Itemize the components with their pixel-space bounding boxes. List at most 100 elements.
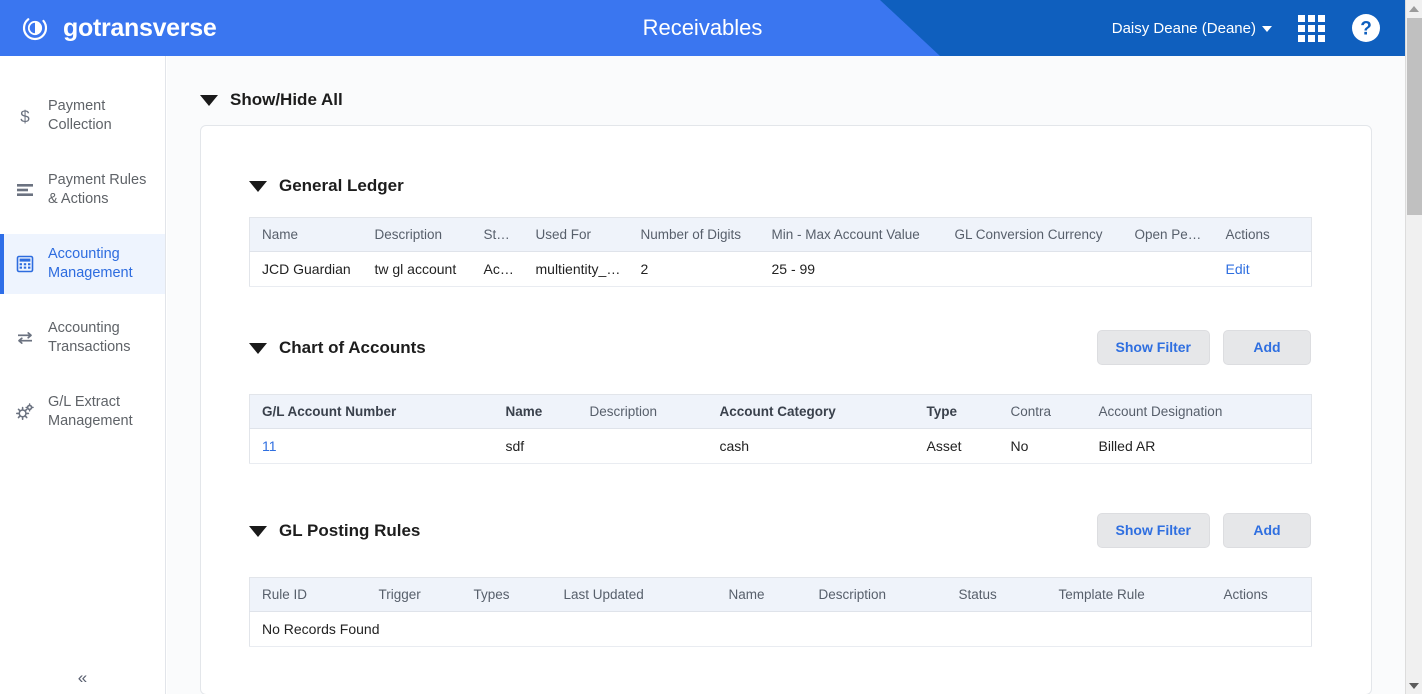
add-button[interactable]: Add — [1223, 330, 1311, 365]
column-header-name[interactable]: Name — [249, 217, 363, 252]
show-filter-button[interactable]: Show Filter — [1096, 330, 1210, 365]
section-gl-posting-rules: GL Posting Rules Show Filter Add Rule ID… — [249, 513, 1312, 647]
column-header-contra[interactable]: Contra — [998, 394, 1087, 429]
sidebar-item-label: Payment Rules & Actions — [48, 172, 147, 207]
column-header-trigger[interactable]: Trigger — [366, 577, 462, 612]
cell-open-period — [1122, 251, 1214, 287]
rules-lines-icon — [14, 179, 36, 201]
column-header-last-updated[interactable]: Last Updated — [551, 577, 717, 612]
column-header-status[interactable]: Status — [471, 217, 524, 252]
cell-status: Active — [471, 251, 524, 287]
column-header-types[interactable]: Types — [461, 577, 552, 612]
cell-type: Asset — [914, 428, 999, 464]
section-header: Chart of Accounts Show Filter Add — [249, 330, 1311, 365]
sidebar-item-accounting-management[interactable]: Accounting Management — [0, 234, 165, 294]
user-menu[interactable]: Daisy Deane (Deane) — [1112, 20, 1272, 37]
show-filter-button[interactable]: Show Filter — [1096, 513, 1210, 548]
column-header-gl-account-number[interactable]: G/L Account Number — [249, 394, 494, 429]
cell-actions: Edit — [1213, 251, 1312, 287]
cell-min-max-account-value: 25 - 99 — [759, 251, 943, 287]
column-header-used-for[interactable]: Used For — [523, 217, 629, 252]
section-actions: Show Filter Add — [1096, 513, 1311, 548]
column-header-name[interactable]: Name — [493, 394, 578, 429]
sidebar-item-payment-rules-actions[interactable]: Payment Rules & Actions — [0, 160, 165, 220]
exchange-arrows-icon — [14, 327, 36, 349]
column-header-account-designation[interactable]: Account Designation — [1086, 394, 1312, 429]
column-header-account-category[interactable]: Account Category — [707, 394, 915, 429]
general-ledger-table-wrap: Name Description Status Used For Number … — [249, 217, 1312, 287]
vertical-scrollbar[interactable] — [1405, 0, 1422, 694]
dollar-sign-icon: $ — [14, 105, 36, 127]
column-header-min-max-account-value[interactable]: Min - Max Account Value — [759, 217, 943, 252]
circle-swoosh-logo-icon — [22, 15, 48, 41]
sidebar-item-label: Accounting Transactions — [48, 320, 131, 355]
no-records-found-message: No Records Found — [249, 611, 1312, 647]
sidebar-item-gl-extract-management[interactable]: G/L Extract Management — [0, 382, 165, 442]
section-title: General Ledger — [279, 176, 404, 195]
cell-description: tw gl account — [362, 251, 472, 287]
table-empty-row: No Records Found — [249, 611, 1312, 647]
cell-name: JCD Guardian — [249, 251, 363, 287]
scroll-down-arrow-icon[interactable] — [1406, 677, 1422, 694]
show-hide-all-toggle[interactable]: Show/Hide All — [167, 56, 1405, 110]
table-header-row: Rule ID Trigger Types Last Updated Name … — [249, 577, 1312, 612]
edit-link[interactable]: Edit — [1226, 261, 1250, 277]
general-ledger-table: Name Description Status Used For Number … — [249, 217, 1312, 287]
sidebar-collapse-button[interactable]: « — [0, 668, 165, 688]
column-header-number-of-digits[interactable]: Number of Digits — [628, 217, 760, 252]
column-header-status[interactable]: Status — [946, 577, 1047, 612]
brand[interactable]: gotransverse — [20, 0, 217, 56]
table-header-row: G/L Account Number Name Description Acco… — [249, 394, 1312, 429]
sidebar: $ Payment Collection Payment Rules & Act… — [0, 56, 166, 694]
scroll-up-arrow-icon[interactable] — [1406, 0, 1422, 17]
triangle-down-icon[interactable] — [200, 94, 218, 106]
cell-contra: No — [998, 428, 1087, 464]
svg-text:$: $ — [20, 107, 30, 126]
chevron-down-icon — [1262, 26, 1272, 32]
sidebar-item-label: G/L Extract Management — [48, 394, 133, 429]
column-header-actions[interactable]: Actions — [1211, 577, 1312, 612]
scrollbar-thumb[interactable] — [1407, 18, 1422, 215]
calculator-icon — [14, 253, 36, 275]
column-header-description[interactable]: Description — [362, 217, 472, 252]
gears-icon — [14, 401, 36, 423]
column-header-open-period[interactable]: Open Period — [1122, 217, 1214, 252]
chart-of-accounts-table-wrap: G/L Account Number Name Description Acco… — [249, 394, 1312, 464]
triangle-down-icon[interactable] — [249, 525, 267, 537]
column-header-description[interactable]: Description — [806, 577, 947, 612]
triangle-down-icon[interactable] — [249, 342, 267, 354]
accounting-management-card: General Ledger Name Description Status U… — [200, 125, 1372, 694]
cell-account-category: cash — [707, 428, 915, 464]
gl-account-number-link[interactable]: 11 — [262, 438, 277, 454]
table-header-row: Name Description Status Used For Number … — [249, 217, 1312, 252]
section-header: General Ledger — [249, 176, 1311, 196]
column-header-template-rule[interactable]: Template Rule — [1046, 577, 1212, 612]
column-header-name[interactable]: Name — [716, 577, 807, 612]
show-hide-all-label: Show/Hide All — [230, 90, 343, 109]
sidebar-item-label: Accounting Management — [48, 246, 133, 281]
cell-gl-conversion-currency — [942, 251, 1123, 287]
cell-number-of-digits: 2 — [628, 251, 760, 287]
column-header-actions[interactable]: Actions — [1213, 217, 1312, 252]
cell-name: sdf — [493, 428, 578, 464]
gl-posting-rules-table: Rule ID Trigger Types Last Updated Name … — [249, 577, 1312, 647]
triangle-down-icon[interactable] — [249, 180, 267, 192]
grid-apps-icon[interactable] — [1298, 14, 1325, 42]
user-menu-label: Daisy Deane (Deane) — [1111, 19, 1256, 37]
add-button[interactable]: Add — [1223, 513, 1311, 548]
column-header-rule-id[interactable]: Rule ID — [249, 577, 367, 612]
sidebar-item-label: Payment Collection — [48, 98, 112, 133]
column-header-gl-conversion-currency[interactable]: GL Conversion Currency — [942, 217, 1123, 252]
section-title: Chart of Accounts — [279, 338, 426, 357]
sidebar-item-accounting-transactions[interactable]: Accounting Transactions — [0, 308, 165, 368]
header-right-controls: Daisy Deane (Deane) ? — [1112, 0, 1381, 56]
column-header-description[interactable]: Description — [577, 394, 708, 429]
brand-name: gotransverse — [63, 13, 217, 42]
column-header-type[interactable]: Type — [914, 394, 999, 429]
help-question-icon[interactable]: ? — [1351, 13, 1381, 43]
sidebar-item-payment-collection[interactable]: $ Payment Collection — [0, 86, 165, 146]
cell-used-for: multientity_qa — [523, 251, 629, 287]
